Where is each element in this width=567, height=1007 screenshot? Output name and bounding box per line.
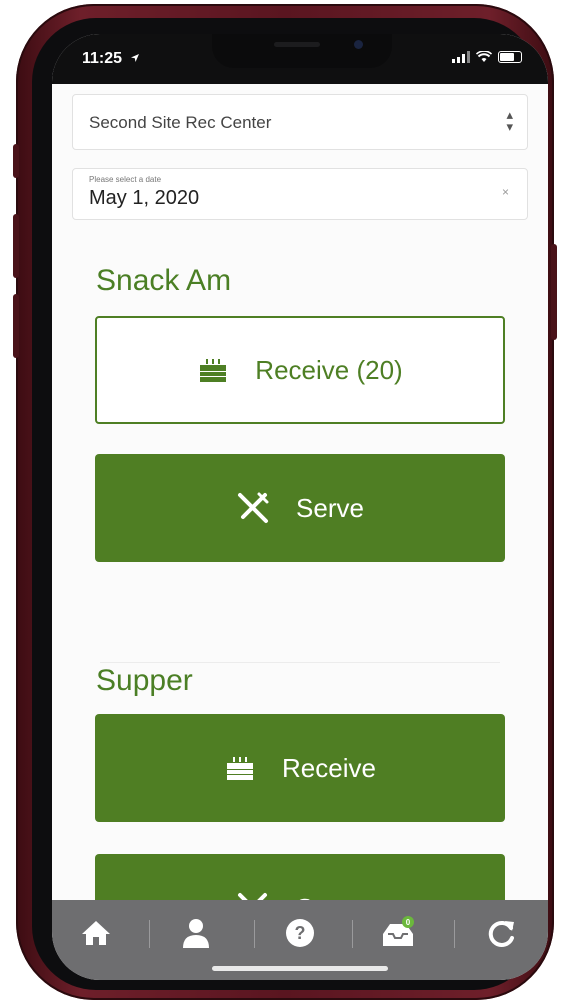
select-arrows-icon: ▴ ▾ bbox=[506, 107, 513, 134]
clear-icon[interactable]: × bbox=[502, 185, 509, 199]
meal-title-supper: Supper bbox=[96, 664, 193, 697]
notch bbox=[212, 34, 392, 68]
meal-title-snack-am: Snack Am bbox=[96, 264, 232, 297]
tab-separator bbox=[454, 920, 455, 948]
supper-receive-button[interactable]: Receive bbox=[95, 714, 505, 822]
user-icon bbox=[183, 919, 209, 948]
utensils-icon bbox=[238, 492, 269, 523]
phone-screen: 11:25 Second Site Rec Center ▴ ▾ Please s… bbox=[52, 34, 548, 980]
snack-am-receive-label: Receive (20) bbox=[255, 354, 403, 385]
cake-icon bbox=[227, 757, 254, 780]
site-select[interactable]: Second Site Rec Center ▴ ▾ bbox=[72, 94, 528, 150]
refresh-icon bbox=[488, 920, 514, 947]
volume-down-button bbox=[13, 294, 19, 358]
inbox-badge: 0 bbox=[402, 916, 414, 928]
tab-separator bbox=[149, 920, 150, 948]
tab-help[interactable]: ? bbox=[270, 910, 330, 956]
site-select-value: Second Site Rec Center bbox=[89, 113, 272, 132]
snack-am-serve-button[interactable]: Serve bbox=[95, 454, 505, 562]
tab-profile[interactable] bbox=[166, 910, 226, 956]
signal-icon bbox=[452, 51, 470, 63]
mute-switch bbox=[13, 144, 19, 178]
tab-inbox[interactable]: 0 bbox=[368, 910, 428, 956]
snack-am-serve-label: Serve bbox=[296, 492, 364, 523]
wifi-icon bbox=[476, 51, 492, 62]
bottom-tab-bar: ? 0 bbox=[52, 900, 548, 980]
section-divider bbox=[100, 662, 500, 663]
tab-separator bbox=[352, 920, 353, 948]
snack-am-receive-button[interactable]: Receive (20) bbox=[95, 316, 505, 424]
date-select[interactable]: Please select a date May 1, 2020 × bbox=[72, 168, 528, 220]
home-icon bbox=[82, 921, 110, 945]
supper-receive-label: Receive bbox=[282, 752, 376, 783]
battery-icon bbox=[498, 51, 522, 63]
status-time: 11:25 bbox=[82, 50, 140, 68]
status-icons bbox=[452, 51, 522, 63]
side-button bbox=[551, 244, 557, 340]
speaker bbox=[274, 42, 320, 47]
front-camera bbox=[354, 40, 363, 49]
main-content: Second Site Rec Center ▴ ▾ Please select … bbox=[52, 84, 548, 962]
date-select-label: Please select a date bbox=[89, 175, 162, 184]
tab-separator bbox=[254, 920, 255, 948]
date-select-value: May 1, 2020 bbox=[89, 187, 200, 209]
cake-icon bbox=[200, 359, 227, 382]
svg-text:?: ? bbox=[295, 923, 306, 943]
status-bar: 11:25 bbox=[52, 34, 548, 84]
tab-home[interactable] bbox=[66, 910, 126, 956]
home-indicator bbox=[212, 966, 388, 971]
tab-refresh[interactable] bbox=[472, 910, 532, 956]
volume-up-button bbox=[13, 214, 19, 278]
location-arrow-icon bbox=[130, 54, 139, 62]
help-icon: ? bbox=[286, 919, 314, 947]
